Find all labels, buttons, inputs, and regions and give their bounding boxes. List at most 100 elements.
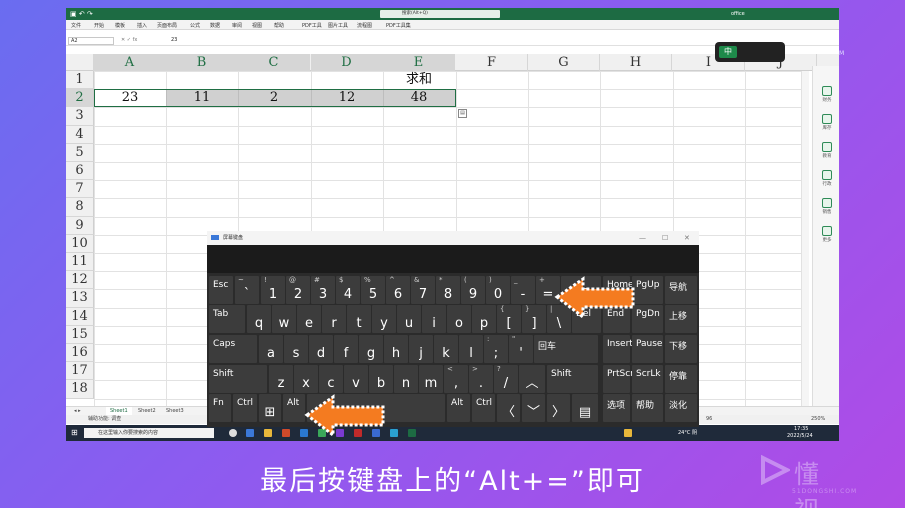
quick-analysis-button[interactable]: ▤ (458, 109, 467, 119)
key-5[interactable]: % 5 (361, 276, 385, 304)
row-header-10[interactable]: 10 (66, 234, 94, 253)
row-header-9[interactable]: 9 (66, 216, 94, 235)
row-header-13[interactable]: 13 (66, 289, 94, 308)
ribbon-tab[interactable]: 模板 (115, 22, 125, 29)
account-name[interactable]: office (731, 11, 745, 17)
key-上移[interactable]: 上移 (665, 305, 697, 333)
vertical-scrollbar[interactable] (801, 71, 809, 411)
key-p[interactable]: p (472, 305, 496, 333)
ribbon-tab[interactable]: 插入 (137, 22, 147, 29)
key-停靠[interactable]: 停靠 (665, 365, 697, 393)
key-i[interactable]: i (422, 305, 446, 333)
row-header-7[interactable]: 7 (66, 180, 94, 199)
key-PrtScn[interactable]: PrtScn (603, 365, 636, 393)
row-header-17[interactable]: 17 (66, 362, 94, 381)
key-a[interactable]: a (259, 335, 283, 363)
cell-D2[interactable]: 12 (311, 89, 383, 107)
key-1[interactable]: ! 1 (261, 276, 285, 304)
ribbon-tab[interactable]: PDF工具 (302, 22, 322, 29)
ribbon-tab[interactable]: 视图 (252, 22, 262, 29)
chinese-mode-icon[interactable]: 中 (719, 46, 737, 58)
key-n[interactable]: n (394, 365, 418, 393)
key-Esc[interactable]: Esc (209, 276, 233, 304)
key-选项[interactable]: 选项 (603, 394, 630, 422)
select-all-corner[interactable] (66, 54, 94, 71)
key-Alt[interactable]: Alt (283, 394, 305, 422)
key-Insert[interactable]: Insert (603, 335, 633, 363)
cell-C2[interactable]: 2 (238, 89, 310, 107)
key-导航[interactable]: 导航 (665, 276, 697, 304)
key-s[interactable]: s (284, 335, 308, 363)
ribbon-tab[interactable]: 图片工具 (328, 22, 348, 29)
ribbon-tab[interactable]: 数据 (210, 22, 220, 29)
key-;[interactable]: :; (484, 335, 508, 363)
name-box[interactable]: A2 (68, 37, 114, 45)
side-panel-item[interactable]: 财务 (817, 86, 837, 103)
key-淡化[interactable]: 淡化 (665, 394, 697, 422)
key-w[interactable]: w (272, 305, 296, 333)
cell-B2[interactable]: 11 (166, 89, 238, 107)
key-h[interactable]: h (384, 335, 408, 363)
key-0[interactable]: ) 0 (486, 276, 510, 304)
column-header-C[interactable]: C (238, 54, 310, 71)
row-header-2[interactable]: 2 (66, 89, 94, 108)
formula-input[interactable]: 23 (171, 37, 177, 43)
key-6[interactable]: ^ 6 (386, 276, 410, 304)
key-q[interactable]: q (247, 305, 271, 333)
key-o[interactable]: o (447, 305, 471, 333)
key-Shift[interactable]: Shift (547, 365, 598, 393)
key-d[interactable]: d (309, 335, 333, 363)
recording-widget[interactable]: 中 (715, 42, 785, 62)
key-7[interactable]: & 7 (411, 276, 435, 304)
key-][interactable]: }] (522, 305, 546, 333)
row-header-16[interactable]: 16 (66, 344, 94, 363)
task-view-icon[interactable] (229, 429, 237, 437)
key-r[interactable]: r (322, 305, 346, 333)
ribbon-tab[interactable]: 流程图 (357, 22, 372, 29)
key-Fn[interactable]: Fn (209, 394, 231, 422)
key-u[interactable]: u (397, 305, 421, 333)
column-header-E[interactable]: E (383, 54, 455, 71)
column-header-B[interactable]: B (166, 54, 238, 71)
ribbon-tab[interactable]: 页面布局 (157, 22, 177, 29)
key-︿[interactable]: ︿ (519, 365, 545, 393)
key-'[interactable]: " ' (509, 335, 533, 363)
key-,[interactable]: <, (444, 365, 468, 393)
key-x[interactable]: x (294, 365, 318, 393)
explorer-icon[interactable] (264, 429, 272, 437)
row-header-6[interactable]: 6 (66, 162, 94, 181)
column-header-G[interactable]: G (528, 54, 600, 71)
key-Shift[interactable]: Shift (209, 365, 267, 393)
windows-icon[interactable] (246, 429, 254, 437)
key-g[interactable]: g (359, 335, 383, 363)
key-t[interactable]: t (347, 305, 371, 333)
search-input[interactable]: 搜索(Alt+Q) (380, 10, 500, 18)
key-4[interactable]: $4 (336, 276, 360, 304)
key-b[interactable]: b (369, 365, 393, 393)
key-⊞[interactable]: ⊞ (259, 394, 281, 422)
key-Ctrl[interactable]: Ctrl (233, 394, 257, 422)
key-Alt[interactable]: Alt (447, 394, 470, 422)
ribbon-tab[interactable]: 文件 (71, 22, 81, 29)
windows-start-icon[interactable]: ⊞ (71, 428, 78, 437)
column-header-D[interactable]: D (311, 54, 383, 71)
side-panel-item[interactable]: 教育 (817, 142, 837, 159)
ribbon-tab[interactable]: 帮助 (274, 22, 284, 29)
key-k[interactable]: k (434, 335, 458, 363)
key-下移[interactable]: 下移 (665, 335, 697, 363)
taskbar-search[interactable]: 在这里输入你要搜索的内容 (84, 428, 214, 438)
cell-E1[interactable]: 求和 (383, 71, 455, 89)
row-header-15[interactable]: 15 (66, 325, 94, 344)
key-ScrLk[interactable]: ScrLk (632, 365, 663, 393)
zoom-level[interactable]: 250% (811, 415, 825, 424)
key-l[interactable]: l (459, 335, 483, 363)
row-header-4[interactable]: 4 (66, 125, 94, 144)
key-Pause[interactable]: Pause (632, 335, 663, 363)
key-c[interactable]: c (319, 365, 343, 393)
row-header-8[interactable]: 8 (66, 198, 94, 217)
side-panel-item[interactable]: 销售 (817, 198, 837, 215)
key-y[interactable]: y (372, 305, 396, 333)
fx-icon[interactable]: ✕ ✓ fx (121, 37, 137, 43)
column-header-H[interactable]: H (600, 54, 672, 71)
key-▤[interactable]: ▤ (572, 394, 598, 422)
